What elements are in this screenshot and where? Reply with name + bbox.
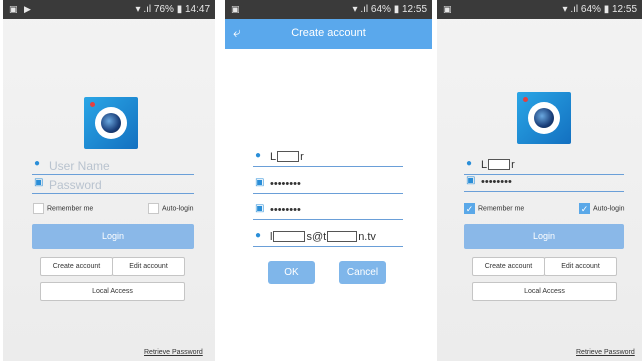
user-icon: ● [255, 230, 262, 241]
auto-login-label: Auto-login [162, 205, 194, 213]
password-placeholder: Password [49, 178, 102, 192]
redaction-box [327, 231, 358, 242]
edit-account-button[interactable]: Edit account [544, 257, 617, 276]
new-username-field[interactable]: ● Lr [253, 149, 403, 167]
remember-me-checkbox[interactable]: Remember me [33, 203, 93, 215]
login-button[interactable]: Login [32, 224, 194, 249]
remember-me-checkbox[interactable]: ✓ Remember me [464, 203, 524, 215]
status-bar: ▣ ▾ .ıl 64% ▮ 12:55 [225, 0, 432, 19]
checkbox-box [148, 203, 159, 214]
checkbox-box [33, 203, 44, 214]
status-icons-left: ▣ [231, 4, 242, 14]
camera-app-icon [517, 92, 571, 144]
auto-login-label: Auto-login [593, 205, 625, 213]
create-account-button[interactable]: Create account [40, 257, 113, 276]
user-icon: ● [466, 158, 473, 169]
redaction-box [488, 159, 511, 170]
auto-login-checkbox[interactable]: Auto-login [148, 203, 194, 215]
create-account-button[interactable]: Create account [472, 257, 545, 276]
edit-account-button[interactable]: Edit account [112, 257, 185, 276]
create-account-screen: ▣ ▾ .ıl 64% ▮ 12:55 ⤶ Create account ● L… [225, 0, 432, 361]
cancel-button[interactable]: Cancel [339, 261, 386, 284]
check-icon: ✓ [579, 203, 590, 214]
title-bar: ⤶ Create account [225, 19, 432, 49]
lock-icon: ▣ [34, 177, 44, 188]
redaction-box [273, 231, 306, 242]
username-field[interactable]: ● Lr [464, 157, 624, 175]
status-icons-right: ▾ .ıl 64% ▮ 12:55 [352, 4, 427, 15]
local-access-button[interactable]: Local Access [40, 282, 185, 301]
remember-me-label: Remember me [47, 205, 94, 213]
confirm-password-field[interactable]: ▣ •••••••• [253, 202, 403, 220]
status-icons-right: ▾ .ıl 76% ▮ 14:47 [135, 4, 210, 15]
retrieve-password-link[interactable]: Retrieve Password [576, 349, 635, 356]
email-field[interactable]: ● l s@t n.tv [253, 229, 403, 247]
password-value: •••••••• [270, 178, 301, 190]
username-prefix: L [481, 159, 488, 171]
username-field[interactable]: ● User Name [32, 157, 194, 175]
status-icons-right: ▾ .ıl 64% ▮ 12:55 [562, 4, 637, 15]
password-field[interactable]: ▣ •••••••• [464, 174, 624, 192]
username-suffix: r [511, 159, 515, 171]
camera-app-icon [84, 97, 138, 149]
status-bar: ▣ ▶ ▾ .ıl 76% ▮ 14:47 [3, 0, 215, 19]
redaction-box [277, 151, 300, 162]
password-value: •••••••• [481, 176, 512, 188]
login-button[interactable]: Login [464, 224, 624, 249]
confirm-password-value: •••••••• [270, 204, 301, 216]
user-icon: ● [255, 150, 262, 161]
email-suffix: n.tv [358, 231, 376, 243]
page-title: Create account [291, 27, 366, 39]
username-prefix: L [270, 151, 277, 163]
new-password-field[interactable]: ▣ •••••••• [253, 176, 403, 194]
local-access-button[interactable]: Local Access [472, 282, 617, 301]
lock-icon: ▣ [255, 177, 265, 188]
email-prefix: l [270, 231, 273, 243]
status-icons-left: ▣ ▶ [9, 4, 33, 14]
status-bar: ▣ ▾ .ıl 64% ▮ 12:55 [437, 0, 642, 19]
password-field[interactable]: ▣ Password [32, 176, 194, 194]
user-icon: ● [34, 158, 41, 169]
ok-button[interactable]: OK [268, 261, 315, 284]
status-icons-left: ▣ [443, 4, 454, 14]
username-suffix: r [300, 151, 304, 163]
remember-me-label: Remember me [478, 205, 525, 213]
retrieve-password-link[interactable]: Retrieve Password [144, 349, 203, 356]
login-screen-empty: ▣ ▶ ▾ .ıl 76% ▮ 14:47 ● User Name ▣ Pass… [3, 0, 215, 361]
email-middle: s@t [306, 231, 327, 243]
login-screen-filled: ▣ ▾ .ıl 64% ▮ 12:55 ● Lr ▣ •••••••• ✓ Rem… [437, 0, 642, 361]
lock-icon: ▣ [255, 203, 265, 214]
lock-icon: ▣ [466, 175, 476, 186]
auto-login-checkbox[interactable]: ✓ Auto-login [579, 203, 625, 215]
username-placeholder: User Name [49, 159, 110, 173]
check-icon: ✓ [464, 203, 475, 214]
